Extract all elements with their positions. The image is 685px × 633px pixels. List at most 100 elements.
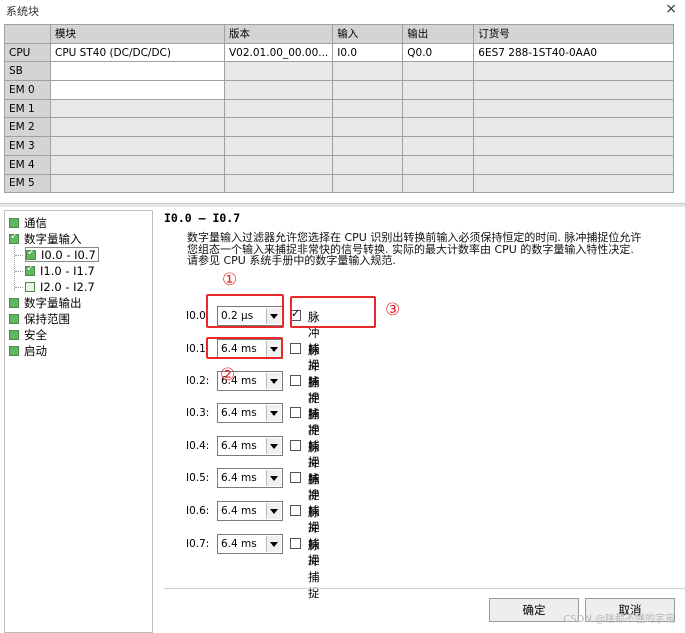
slot-cell: CPU [4,42,51,63]
output-cell: Q0.0 [402,42,475,63]
settings-panel: I0.0 – I0.7 数字量输入过滤器允许您选择在 CPU 识别出转换前输入必… [156,210,685,633]
output-cell [402,98,475,119]
table-row[interactable]: EM 5 [4,173,675,194]
chevron-down-icon[interactable] [266,405,281,421]
pulse-capture-checkbox[interactable] [290,538,301,549]
chevron-down-icon[interactable] [266,536,281,552]
pulse-capture-checkbox[interactable] [290,375,301,386]
tree-item-label: 安全 [24,327,47,342]
input-label: I0.6: [186,505,210,517]
header-slot [4,24,51,44]
table-row[interactable]: EM 1 [4,98,675,119]
pulse-capture-checkbox[interactable] [290,343,301,354]
close-icon[interactable]: × [665,1,677,17]
slot-cell: EM 1 [4,98,51,119]
order-cell [473,154,675,175]
tree-checkbox-icon [9,217,19,228]
filter-select[interactable]: 6.4 ms [217,403,283,423]
output-cell [402,117,475,138]
version-cell [223,80,334,100]
tree-item-i1[interactable]: I1.0 - I1.7 [25,263,95,278]
slot-cell: EM 4 [4,154,51,175]
version-cell [223,173,334,194]
pulse-capture-checkbox[interactable] [290,407,301,418]
output-cell [402,154,475,175]
input-label: I0.2: [186,375,210,387]
module-cell[interactable] [50,154,225,175]
tree-checkbox-icon [9,345,19,356]
input-label: I0.7: [186,538,210,550]
table-row[interactable]: EM 4 [4,154,675,175]
table-row[interactable]: EM 2 [4,117,675,138]
header-order: 订货号 [473,24,675,44]
input-label: I0.4: [186,440,210,452]
version-cell [223,61,334,82]
pane-splitter[interactable] [0,203,685,207]
tree-item-communication[interactable]: 通信 [9,215,47,230]
input-label: I0.5: [186,472,210,484]
table-row[interactable]: CPU CPU ST40 (DC/DC/DC) V02.01.00_00.00.… [4,42,675,63]
table-row[interactable]: SB [4,61,675,82]
input-cell [332,80,404,100]
filter-select[interactable]: 6.4 ms [217,501,283,521]
input-label: I0.3: [186,407,210,419]
slot-cell: EM 2 [4,117,51,138]
input-cell [332,154,404,175]
highlight-box-pulse [290,296,376,328]
chevron-down-icon[interactable] [266,373,281,389]
output-cell [402,136,475,156]
version-cell [223,136,334,156]
chevron-down-icon[interactable] [266,470,281,486]
tree-checkbox-icon [25,263,35,276]
tree-checkbox-icon [9,231,19,244]
tree-item-label: I2.0 - I2.7 [40,279,95,294]
tree-connector [15,287,23,288]
chevron-down-icon[interactable] [266,438,281,454]
callout-3: ③ [385,300,401,320]
module-cell[interactable] [50,117,225,138]
module-cell[interactable] [50,61,225,82]
tree-item-label: 通信 [24,215,47,230]
tree-checkbox-icon [9,329,19,340]
module-table: 模块 版本 输入 输出 订货号 CPU CPU ST40 (DC/DC/DC) … [4,24,675,194]
tree-item-i0[interactable]: I0.0 - I0.7 [25,247,99,262]
module-cell[interactable]: CPU ST40 (DC/DC/DC) [50,42,225,63]
output-cell [402,80,475,100]
module-cell[interactable] [50,80,225,100]
pulse-capture-checkbox[interactable] [290,505,301,516]
slot-cell: EM 5 [4,173,51,194]
description-line: 数字量输入过滤器允许您选择在 CPU 识别出转换前输入必须保持恒定的时间. 脉冲… [187,231,642,244]
order-cell [473,173,675,194]
header-input: 输入 [332,24,404,44]
filter-select[interactable]: 6.4 ms [217,534,283,554]
tree-item-retentive[interactable]: 保持范围 [9,311,70,326]
table-row[interactable]: EM 3 [4,136,675,156]
tree-item-label: 启动 [24,343,47,358]
pulse-capture-checkbox[interactable] [290,440,301,451]
chevron-down-icon[interactable] [266,503,281,519]
filter-select[interactable]: 6.4 ms [217,436,283,456]
version-cell: V02.01.00_00.00... [223,42,334,63]
panel-heading: I0.0 – I0.7 [164,211,241,225]
tree-checkbox-icon [25,281,35,292]
tree-item-digital-output[interactable]: 数字量输出 [9,295,82,310]
table-row[interactable]: EM 0 [4,80,675,100]
module-cell[interactable] [50,136,225,156]
tree-item-i2[interactable]: I2.0 - I2.7 [25,279,95,294]
pulse-capture-checkbox[interactable] [290,472,301,483]
order-cell [473,61,675,82]
pulse-capture-label: 脉冲捕捉 [308,538,320,600]
module-cell[interactable] [50,173,225,194]
window-title: 系统块 [6,5,39,18]
tree-item-security[interactable]: 安全 [9,327,47,342]
highlight-box-filter [206,294,284,328]
header-version: 版本 [223,24,334,44]
tree-checkbox-icon [9,313,19,324]
module-cell[interactable] [50,98,225,119]
tree-item-startup[interactable]: 启动 [9,343,47,358]
tree-item-digital-input[interactable]: 数字量输入 [9,231,82,246]
input-cell [332,136,404,156]
filter-select[interactable]: 6.4 ms [217,468,283,488]
output-cell [402,173,475,194]
module-table-header: 模块 版本 输入 输出 订货号 [4,24,675,44]
